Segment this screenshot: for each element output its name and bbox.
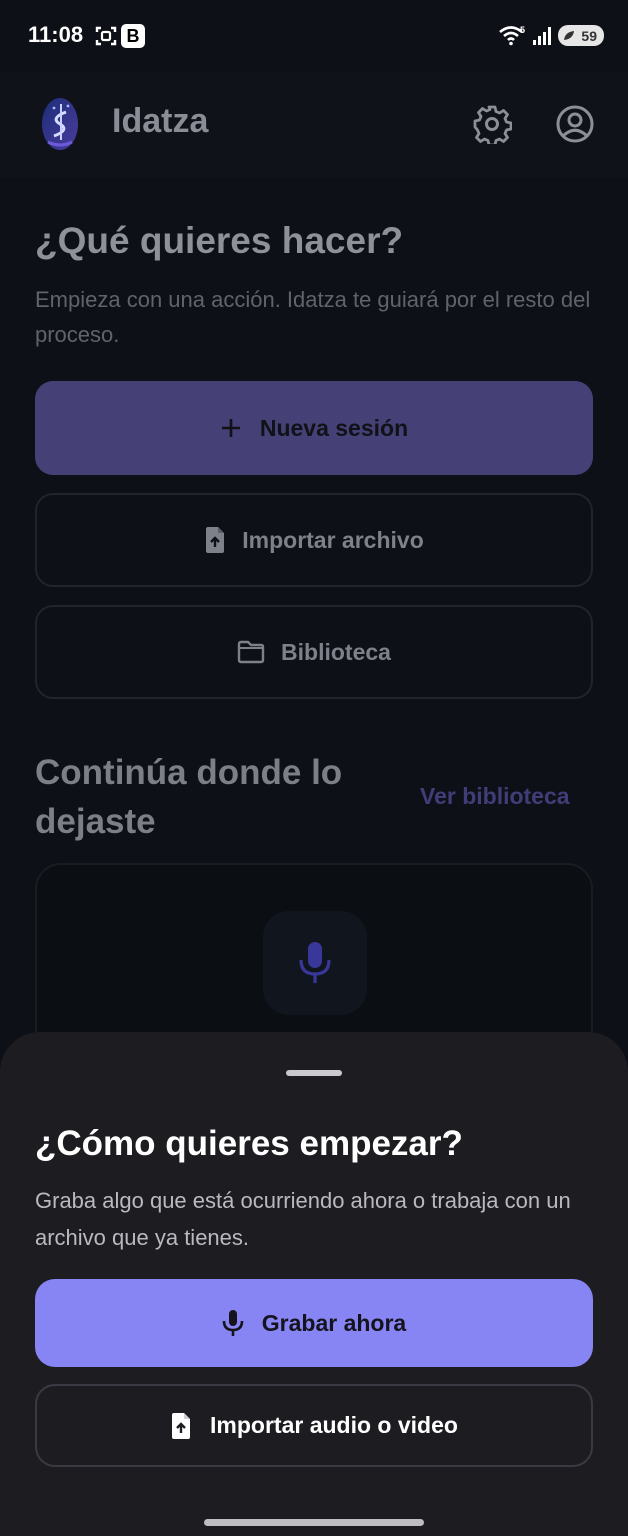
new-session-label: Nueva sesión [259,414,409,441]
screen-capture-icon [95,26,117,46]
app-title: Idatza [112,102,209,140]
import-file-button[interactable]: Importar archivo [35,493,593,587]
battery-level: 59 [581,27,597,44]
signal-icon [533,27,551,45]
library-label: Biblioteca [281,638,391,665]
idatza-logo-icon [42,98,78,150]
gear-icon[interactable] [472,104,512,144]
library-button[interactable]: Biblioteca [35,605,593,699]
plus-icon [221,419,240,437]
microphone-icon [222,1310,244,1336]
sheet-drag-handle[interactable] [286,1070,342,1076]
sheet-subtitle: Graba algo que está ocurriendo ahora o t… [35,1188,571,1250]
recent-mic-tile [263,911,367,1015]
import-file-label: Importar archivo [242,526,424,553]
microphone-icon [299,942,331,983]
app-screen: 11:08 B 5 59 Idatza ¿Qué quieres hacer? … [0,0,628,1536]
account-circle-icon[interactable] [555,104,595,144]
home-indicator[interactable] [204,1519,424,1526]
folder-icon [237,640,265,664]
page-title: ¿Qué quieres hacer? [35,220,404,261]
continue-section-title: Continúa donde lo dejaste [35,753,343,841]
status-time: 11:08 [28,22,84,47]
file-upload-icon [206,527,225,553]
view-library-link[interactable]: Ver biblioteca [420,783,570,810]
status-bar: 11:08 B 5 59 [0,0,628,72]
battery-indicator: 59 [558,25,604,46]
import-media-button[interactable]: Importar audio o video [35,1384,593,1467]
page-subtitle: Empieza con una acción. Idatza te guiará… [35,287,591,347]
network-badge: 5 [520,25,525,35]
record-now-label: Grabar ahora [261,1309,407,1336]
import-media-label: Importar audio o video [210,1412,458,1438]
wifi-icon: 5 [499,25,525,46]
battery-saver-icon [564,31,574,40]
record-now-button[interactable]: Grabar ahora [35,1279,593,1367]
file-upload-icon [172,1412,191,1439]
app-bar: Idatza [0,72,628,178]
b-app-icon: B [121,24,145,48]
new-session-button[interactable]: Nueva sesión [35,381,593,475]
sheet-title: ¿Cómo quieres empezar? [35,1124,463,1163]
start-options-sheet: ¿Cómo quieres empezar? Graba algo que es… [0,1032,628,1536]
